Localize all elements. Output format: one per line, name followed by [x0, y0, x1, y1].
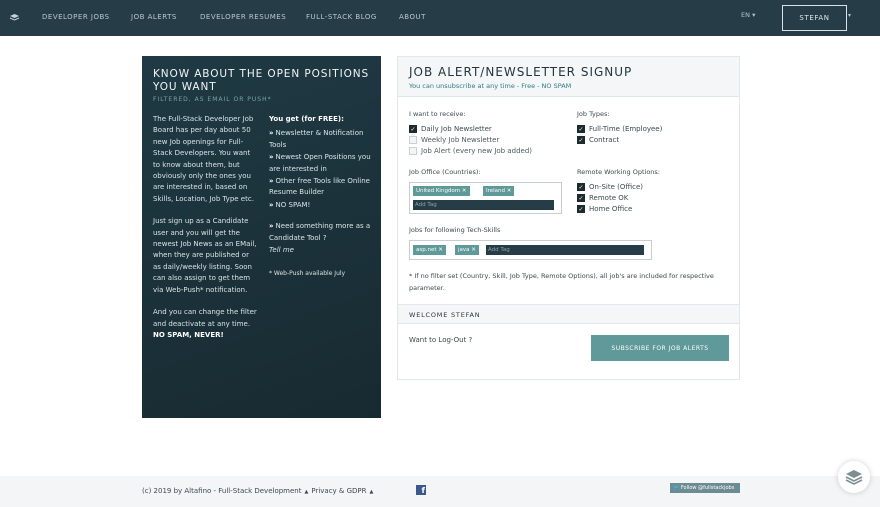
- nav-developer-jobs[interactable]: DEVELOPER JOBS: [42, 13, 110, 21]
- info-title: KNOW ABOUT THE OPEN POSITIONS YOU WANT: [153, 68, 370, 93]
- layers-icon: [845, 470, 863, 485]
- info-paragraph: Just sign up as a Candidate user and you…: [153, 217, 257, 294]
- tell-me-link[interactable]: Tell me: [269, 245, 374, 256]
- twitter-follow-button[interactable]: 🐦 Follow @fullstackjobs: [670, 483, 740, 493]
- job-office-label: Job Office (Countries):: [409, 168, 481, 176]
- chevron-up-icon: ▲: [304, 489, 309, 495]
- welcome-text: WELCOME STEFAN: [409, 311, 481, 319]
- footer-links: (c) 2019 by Altafino - Full-Stack Develo…: [142, 487, 376, 495]
- contract-checkbox[interactable]: ✓ Contract: [577, 136, 619, 144]
- double-chevron-icon: »: [269, 177, 274, 186]
- nav-about[interactable]: ABOUT: [399, 13, 426, 21]
- privacy-link[interactable]: Privacy & GDPR: [311, 487, 366, 495]
- layers-fab-button[interactable]: [838, 461, 870, 493]
- skill-add-tag-field[interactable]: Add Tag: [486, 245, 644, 255]
- remote-options-label: Remote Working Options:: [577, 168, 660, 176]
- countries-tag-input[interactable]: United Kingdom ✕ Ireland ✕ Add Tag: [409, 182, 562, 214]
- user-name: STEFAN: [799, 14, 830, 22]
- twitter-icon: 🐦: [673, 485, 680, 491]
- receive-label: I want to receive:: [409, 110, 466, 118]
- benefit-item: » Newsletter & Notification Tools: [269, 129, 364, 149]
- filter-footnote: * If no filter set (Country, Skill, Job …: [409, 272, 714, 292]
- subscribe-button[interactable]: SUBSCRIBE FOR JOB ALERTS: [591, 335, 729, 361]
- double-chevron-icon: »: [269, 200, 274, 209]
- close-icon[interactable]: ✕: [462, 188, 467, 194]
- user-caret-icon[interactable]: ▾: [848, 12, 851, 19]
- benefit-item: » NO SPAM!: [269, 200, 311, 209]
- full-time-checkbox[interactable]: ✓ Full-Time (Employee): [577, 125, 662, 133]
- double-chevron-icon: »: [269, 222, 274, 231]
- benefit-item: » Other free Tools like Online Resume Bui…: [269, 177, 370, 197]
- job-types-label: Job Types:: [577, 110, 610, 118]
- no-spam-note: NO SPAM, NEVER!: [153, 330, 224, 339]
- info-description: The Full-Stack Developer Job Board has p…: [153, 114, 257, 341]
- facebook-icon[interactable]: f: [416, 485, 426, 495]
- close-icon[interactable]: ✕: [471, 247, 476, 253]
- country-chip-uk[interactable]: United Kingdom ✕: [413, 186, 470, 196]
- checkbox-checked-icon: ✓: [577, 183, 585, 191]
- checkbox-checked-icon: ✓: [577, 136, 585, 144]
- checkbox-checked-icon: ✓: [409, 125, 417, 133]
- signup-card: JOB ALERT/NEWSLETTER SIGNUP You can unsu…: [397, 56, 740, 380]
- language-label: EN: [741, 11, 750, 19]
- checkbox-checked-icon: ✓: [577, 194, 585, 202]
- need-more-item: » Need something more as a Candidate Tool…: [269, 222, 371, 242]
- signup-title: JOB ALERT/NEWSLETTER SIGNUP: [409, 65, 633, 79]
- country-add-tag-field[interactable]: Add Tag: [413, 200, 554, 210]
- skill-chip-aspnet[interactable]: asp.net ✕: [413, 245, 446, 255]
- on-site-checkbox[interactable]: ✓ On-Site (Office): [577, 183, 643, 191]
- info-paragraph: The Full-Stack Developer Job Board has p…: [153, 115, 254, 203]
- close-icon[interactable]: ✕: [507, 188, 512, 194]
- daily-newsletter-checkbox[interactable]: ✓ Daily Job Newsletter: [409, 125, 492, 133]
- logo-icon[interactable]: [9, 13, 20, 22]
- nav-job-alerts[interactable]: JOB ALERTS: [131, 13, 177, 21]
- logout-link[interactable]: Want to Log-Out ?: [409, 336, 472, 344]
- country-chip-ireland[interactable]: Ireland ✕: [483, 186, 515, 196]
- nav-developer-resumes[interactable]: DEVELOPER RESUMES: [200, 13, 286, 21]
- footer: (c) 2019 by Altafino - Full-Stack Develo…: [0, 476, 880, 507]
- benefits-list: You get (for FREE): » Newsletter & Notifi…: [269, 114, 374, 280]
- web-push-note: * Web-Push available July: [269, 270, 346, 278]
- double-chevron-icon: »: [269, 129, 274, 138]
- benefit-item: » Newest Open Positions you are intereste…: [269, 153, 371, 173]
- signup-header: JOB ALERT/NEWSLETTER SIGNUP You can unsu…: [398, 57, 739, 97]
- skill-chip-java[interactable]: java ✕: [455, 245, 479, 255]
- chevron-up-icon: ▲: [369, 489, 374, 495]
- tech-skills-label: Jobs for following Tech-Skills: [409, 226, 501, 234]
- user-menu-button[interactable]: STEFAN: [782, 5, 847, 31]
- copyright-link[interactable]: (c) 2019 by Altafino - Full-Stack Develo…: [142, 487, 301, 495]
- checkbox-unchecked-icon: [409, 136, 417, 144]
- chevron-down-icon: ▾: [752, 11, 756, 19]
- home-office-checkbox[interactable]: ✓ Home Office: [577, 205, 632, 213]
- language-selector[interactable]: EN ▾: [741, 11, 755, 19]
- info-panel: KNOW ABOUT THE OPEN POSITIONS YOU WANT F…: [142, 56, 381, 418]
- checkbox-unchecked-icon: [409, 147, 417, 155]
- info-paragraph: And you can change the filter and deacti…: [153, 308, 257, 328]
- top-navbar: DEVELOPER JOBS JOB ALERTS DEVELOPER RESU…: [0, 0, 880, 36]
- nav-full-stack-blog[interactable]: FULL-STACK BLOG: [306, 13, 377, 21]
- checkbox-checked-icon: ✓: [577, 125, 585, 133]
- remote-ok-checkbox[interactable]: ✓ Remote OK: [577, 194, 628, 202]
- benefits-heading: You get (for FREE):: [269, 115, 344, 123]
- double-chevron-icon: »: [269, 153, 274, 162]
- close-icon[interactable]: ✕: [438, 247, 443, 253]
- signup-tagline: You can unsubscribe at any time - Free -…: [409, 82, 572, 90]
- skills-tag-input[interactable]: asp.net ✕ java ✕ Add Tag: [409, 240, 652, 260]
- checkbox-checked-icon: ✓: [577, 205, 585, 213]
- info-subtitle: FILTERED, AS EMAIL OR PUSH*: [153, 96, 272, 103]
- job-alert-checkbox[interactable]: Job Alert (every new Job added): [409, 147, 532, 155]
- weekly-newsletter-checkbox[interactable]: Weekly Job Newsletter: [409, 136, 499, 144]
- welcome-bar: WELCOME STEFAN: [398, 304, 739, 324]
